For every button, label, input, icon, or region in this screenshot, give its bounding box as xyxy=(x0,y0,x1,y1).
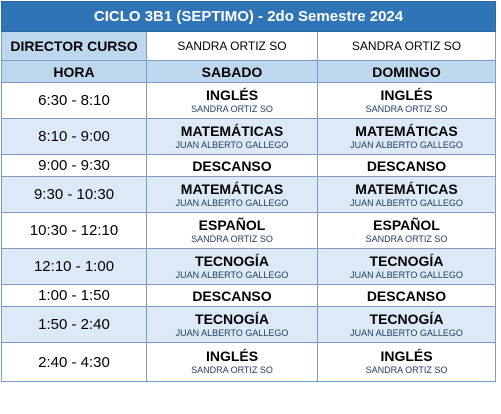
domingo-class-cell: TECNOGÍA JUAN ALBERTO GALLEGO xyxy=(317,248,496,285)
table-row: 1:00 - 1:50 DESCANSO DESCANSO xyxy=(1,284,496,307)
teacher-label: SANDRA ORTIZ SO xyxy=(191,233,273,244)
table-row: 9:30 - 10:30 MATEMÁTICAS JUAN ALBERTO GA… xyxy=(1,176,496,213)
table-row: 1:50 - 2:40 TECNOGÍA JUAN ALBERTO GALLEG… xyxy=(1,306,496,343)
table-row: 9:00 - 9:30 DESCANSO DESCANSO xyxy=(1,154,496,177)
sabado-class-cell: ESPAÑOL SANDRA ORTIZ SO xyxy=(146,212,318,249)
subject-label: TECNOGÍA xyxy=(195,252,269,269)
time-cell: 9:30 - 10:30 xyxy=(1,176,147,213)
header-row: HORA SABADO DOMINGO xyxy=(1,60,496,83)
title-row: CICLO 3B1 (SEPTIMO) - 2do Semestre 2024 xyxy=(1,1,496,32)
table-row: 2:40 - 4:30 INGLÉS SANDRA ORTIZ SO INGLÉ… xyxy=(1,342,496,382)
director-row: DIRECTOR CURSO SANDRA ORTIZ SO SANDRA OR… xyxy=(1,31,496,61)
column-header-sabado: SABADO xyxy=(146,60,318,83)
subject-label: INGLÉS xyxy=(380,86,433,103)
break-cell: DESCANSO xyxy=(146,154,318,177)
time-cell: 2:40 - 4:30 xyxy=(1,342,147,382)
subject-label: INGLÉS xyxy=(205,348,259,364)
teacher-label: JUAN ALBERTO GALLEGO xyxy=(175,327,289,338)
subject-label: MATEMÁTICAS xyxy=(180,122,284,139)
teacher-label: SANDRA ORTIZ SO xyxy=(191,103,273,114)
time-cell: 1:00 - 1:50 xyxy=(1,284,147,307)
teacher-label: JUAN ALBERTO GALLEGO xyxy=(350,197,463,208)
director-domingo: SANDRA ORTIZ SO xyxy=(317,31,496,61)
break-cell: DESCANSO xyxy=(146,284,318,307)
teacher-label: JUAN ALBERTO GALLEGO xyxy=(350,327,463,338)
break-cell: DESCANSO xyxy=(317,154,496,177)
subject-label: TECNOGÍA xyxy=(369,252,444,269)
sabado-class-cell: INGLÉS SANDRA ORTIZ SO xyxy=(146,82,318,119)
sabado-class-cell: MATEMÁTICAS JUAN ALBERTO GALLEGO xyxy=(146,176,318,213)
subject-label: ESPAÑOL xyxy=(198,216,266,233)
subject-label: MATEMÁTICAS xyxy=(180,180,284,197)
director-sabado: SANDRA ORTIZ SO xyxy=(146,31,318,61)
teacher-label: JUAN ALBERTO GALLEGO xyxy=(175,139,289,150)
sabado-class-cell: INGLÉS SANDRA ORTIZ SO xyxy=(146,342,318,382)
table-row: 12:10 - 1:00 TECNOGÍA JUAN ALBERTO GALLE… xyxy=(1,248,496,285)
schedule-sheet: CICLO 3B1 (SEPTIMO) - 2do Semestre 2024 … xyxy=(1,1,497,410)
table-row: 8:10 - 9:00 MATEMÁTICAS JUAN ALBERTO GAL… xyxy=(1,118,496,155)
table-row: 6:30 - 8:10 INGLÉS SANDRA ORTIZ SO INGLÉ… xyxy=(1,82,496,119)
domingo-class-cell: INGLÉS SANDRA ORTIZ SO xyxy=(317,342,496,382)
domingo-class-cell: TECNOGÍA JUAN ALBERTO GALLEGO xyxy=(317,306,496,343)
subject-label: INGLÉS xyxy=(380,348,433,364)
subject-label: ESPAÑOL xyxy=(373,216,440,233)
column-header-hora: HORA xyxy=(1,60,147,83)
teacher-label: SANDRA ORTIZ SO xyxy=(191,365,273,375)
table-row: 10:30 - 12:10 ESPAÑOL SANDRA ORTIZ SO ES… xyxy=(1,212,496,249)
teacher-label: JUAN ALBERTO GALLEGO xyxy=(350,139,463,150)
time-cell: 6:30 - 8:10 xyxy=(1,82,147,119)
time-cell: 12:10 - 1:00 xyxy=(1,248,147,285)
subject-label: INGLÉS xyxy=(205,86,259,103)
subject-label: MATEMÁTICAS xyxy=(355,180,458,197)
domingo-class-cell: INGLÉS SANDRA ORTIZ SO xyxy=(317,82,496,119)
domingo-class-cell: MATEMÁTICAS JUAN ALBERTO GALLEGO xyxy=(317,176,496,213)
subject-label: TECNOGÍA xyxy=(195,310,269,327)
subject-label: TECNOGÍA xyxy=(369,310,444,327)
teacher-label: JUAN ALBERTO GALLEGO xyxy=(175,269,289,280)
column-header-domingo: DOMINGO xyxy=(317,60,496,83)
teacher-label: SANDRA ORTIZ SO xyxy=(365,365,448,375)
sabado-class-cell: MATEMÁTICAS JUAN ALBERTO GALLEGO xyxy=(146,118,318,155)
time-cell: 8:10 - 9:00 xyxy=(1,118,147,155)
schedule-table: CICLO 3B1 (SEPTIMO) - 2do Semestre 2024 … xyxy=(1,1,496,382)
domingo-class-cell: MATEMÁTICAS JUAN ALBERTO GALLEGO xyxy=(317,118,496,155)
teacher-label: JUAN ALBERTO GALLEGO xyxy=(175,197,289,208)
time-cell: 9:00 - 9:30 xyxy=(1,154,147,177)
domingo-class-cell: ESPAÑOL SANDRA ORTIZ SO xyxy=(317,212,496,249)
sabado-class-cell: TECNOGÍA JUAN ALBERTO GALLEGO xyxy=(146,306,318,343)
teacher-label: SANDRA ORTIZ SO xyxy=(365,233,448,244)
teacher-label: SANDRA ORTIZ SO xyxy=(365,103,448,114)
director-label: DIRECTOR CURSO xyxy=(1,31,147,61)
schedule-title: CICLO 3B1 (SEPTIMO) - 2do Semestre 2024 xyxy=(1,1,496,32)
sabado-class-cell: TECNOGÍA JUAN ALBERTO GALLEGO xyxy=(146,248,318,285)
time-cell: 1:50 - 2:40 xyxy=(1,306,147,343)
subject-label: MATEMÁTICAS xyxy=(355,122,458,139)
time-cell: 10:30 - 12:10 xyxy=(1,212,147,249)
break-cell: DESCANSO xyxy=(317,284,496,307)
teacher-label: JUAN ALBERTO GALLEGO xyxy=(350,269,463,280)
